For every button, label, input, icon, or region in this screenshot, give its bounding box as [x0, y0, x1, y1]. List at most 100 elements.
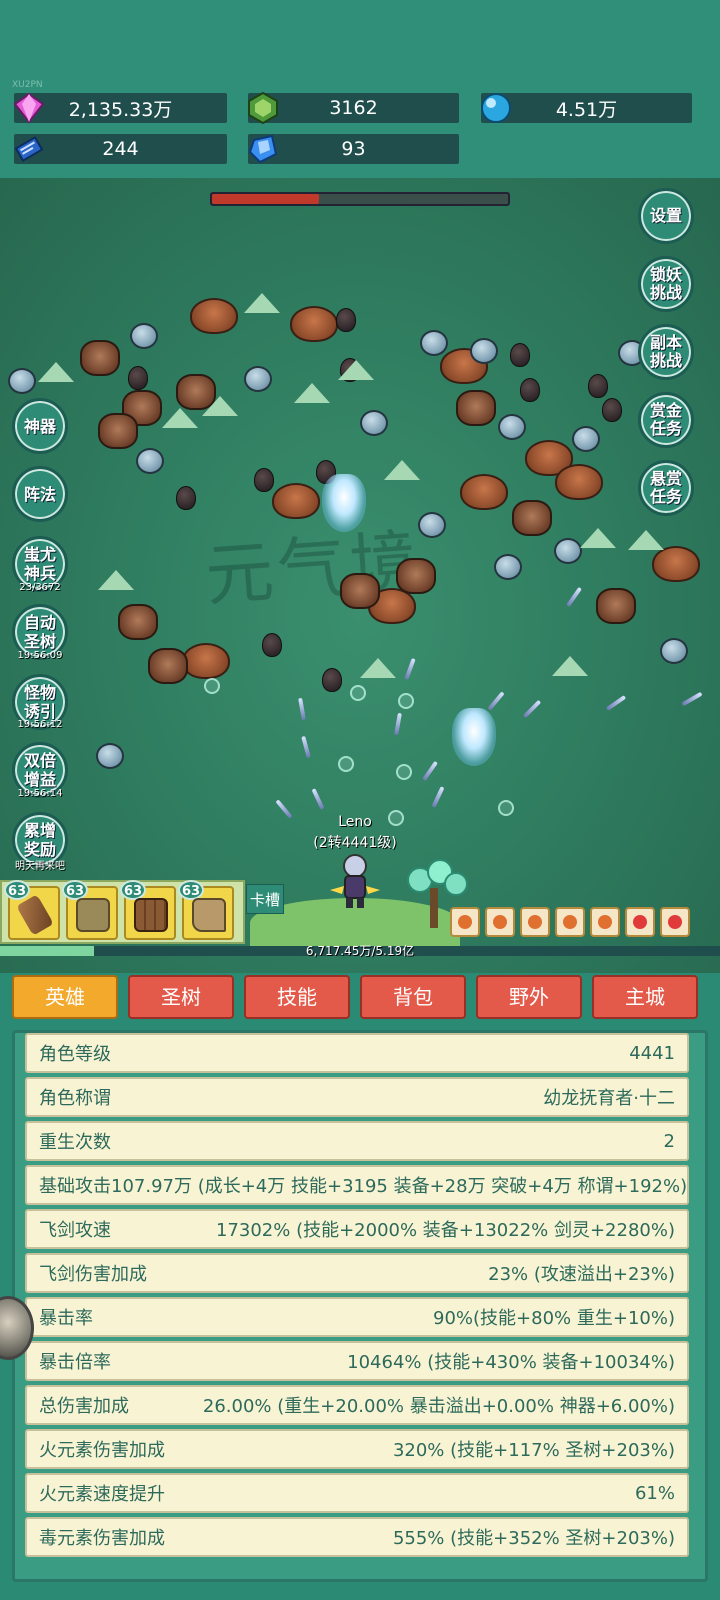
tab-wild[interactable]: 野外 [476, 975, 582, 1019]
fire-skill-icon [528, 915, 542, 929]
ghost-enemy [494, 554, 522, 580]
skill-slot[interactable] [555, 907, 585, 937]
equip-slot-shield[interactable]: 63 [120, 880, 176, 940]
equip-level-badge: 63 [120, 880, 146, 900]
equipment-bar: 63 63 63 63 [0, 880, 245, 944]
card-slot-button[interactable]: 卡槽 [246, 884, 284, 914]
tab-main-city[interactable]: 主城 [592, 975, 698, 1019]
blue-shard-counter: 93 [248, 134, 459, 164]
flying-sword [431, 786, 445, 808]
tab-skills[interactable]: 技能 [244, 975, 350, 1019]
blob-enemy [254, 468, 274, 492]
slime-enemy [162, 408, 198, 428]
dungeon-challenge-button[interactable]: 副本 挑战 [638, 324, 694, 380]
ghost-enemy [660, 638, 688, 664]
equip-slot-boots[interactable]: 63 [178, 880, 234, 940]
ghost-enemy [360, 410, 388, 436]
skill-slot[interactable] [660, 907, 690, 937]
blob-enemy [520, 378, 540, 402]
stat-row: 角色称谓 幼龙抚育者·十二 [25, 1077, 689, 1117]
orb-value: 4.51万 [555, 98, 618, 121]
slime-enemy [338, 360, 374, 380]
flying-sword [311, 788, 325, 810]
slime-enemy [294, 383, 330, 403]
lock-demon-challenge-button[interactable]: 锁妖 挑战 [638, 256, 694, 312]
stat-label: 暴击倍率 [39, 1352, 111, 1373]
fire-skill-icon [458, 915, 472, 929]
crab-enemy [272, 483, 320, 519]
slime-enemy [580, 528, 616, 548]
bounty-task-button[interactable]: 赏金 任务 [638, 392, 694, 448]
equip-slot-armor[interactable]: 63 [62, 880, 118, 940]
double-buff-timer: 19:56:14 [17, 788, 63, 799]
skill-slot[interactable] [520, 907, 550, 937]
stat-label: 角色称谓 [39, 1088, 111, 1109]
tab-sacred-tree[interactable]: 圣树 [128, 975, 234, 1019]
tab-hero[interactable]: 英雄 [12, 975, 118, 1019]
hero-character[interactable] [330, 850, 380, 910]
stat-label: 总伤害加成 [39, 1396, 129, 1417]
stat-row: 重生次数 2 [25, 1121, 689, 1161]
ghost-enemy [470, 338, 498, 364]
orb-counter: 4.51万 [481, 93, 692, 123]
stat-row: 暴击率 90%(技能+80% 重生+10%) [25, 1297, 689, 1337]
bull-enemy [340, 573, 380, 609]
hero-stats-panel[interactable]: 角色等级 4441 角色称谓 幼龙抚育者·十二 重生次数 2 基础攻击 107.97万 … [12, 1030, 708, 1582]
bull-enemy [456, 390, 496, 426]
bull-enemy [396, 558, 436, 594]
stat-label: 角色等级 [39, 1044, 111, 1065]
blob-enemy [262, 633, 282, 657]
boss-hp-bar [210, 192, 510, 206]
fire-skill-icon [633, 915, 647, 929]
stat-label: 暴击率 [39, 1308, 93, 1329]
stat-label: 基础攻击 [39, 1176, 111, 1197]
tab-backpack[interactable]: 背包 [360, 975, 466, 1019]
artifact-button[interactable]: 神器 [12, 398, 68, 454]
tunic-armor-icon [76, 898, 110, 932]
stat-value: 555% (技能+352% 圣树+203%) [392, 1528, 675, 1549]
skill-slot[interactable] [590, 907, 620, 937]
bubble-effect [204, 678, 220, 694]
wooden-shield-icon [134, 898, 168, 932]
equip-slot-weapon[interactable]: 63 [4, 880, 60, 940]
chiyou-counter: 23/3672 [19, 582, 61, 593]
flying-sword [681, 691, 703, 707]
ghost-enemy [418, 512, 446, 538]
skill-slot[interactable] [485, 907, 515, 937]
fire-skill-icon [493, 915, 507, 929]
blob-enemy [176, 486, 196, 510]
slime-enemy [552, 656, 588, 676]
skill-slot[interactable] [450, 907, 480, 937]
flying-sword [404, 657, 416, 681]
ghost-enemy [572, 426, 600, 452]
crab-enemy [182, 643, 230, 679]
bubble-effect [498, 800, 514, 816]
stat-value: 2 [663, 1130, 675, 1152]
reward-task-button[interactable]: 悬赏 任务 [638, 460, 694, 516]
formation-button[interactable]: 阵法 [12, 466, 68, 522]
stat-value: 4441 [629, 1042, 675, 1064]
boots-icon [192, 898, 226, 932]
blob-enemy [336, 308, 356, 332]
blue-orb-icon [477, 89, 515, 127]
auto-tree-timer: 19:56:09 [17, 650, 63, 661]
stat-value: 61% [634, 1482, 675, 1504]
flying-sword [275, 799, 293, 819]
blob-enemy [602, 398, 622, 422]
blob-enemy [510, 343, 530, 367]
stat-value: 320% (技能+117% 圣树+203%) [392, 1440, 675, 1461]
hero-level: (2转4441级) [313, 835, 397, 851]
flying-sword [605, 695, 627, 711]
settings-button[interactable]: 设置 [638, 188, 694, 244]
bull-enemy [98, 413, 138, 449]
skill-slot[interactable] [625, 907, 655, 937]
crab-enemy [555, 464, 603, 500]
slime-enemy [98, 570, 134, 590]
battlefield[interactable]: 元气境 设置 锁妖 挑战 副本 挑战 赏金 任务 悬赏 任务 神器 阵法 蚩尤 … [0, 178, 720, 973]
blue-book-icon [10, 130, 48, 168]
ghost-enemy [8, 368, 36, 394]
ghost-enemy [96, 743, 124, 769]
pink-gem-icon [10, 89, 48, 127]
stat-label: 飞剑攻速 [39, 1220, 111, 1241]
bubble-effect [338, 756, 354, 772]
